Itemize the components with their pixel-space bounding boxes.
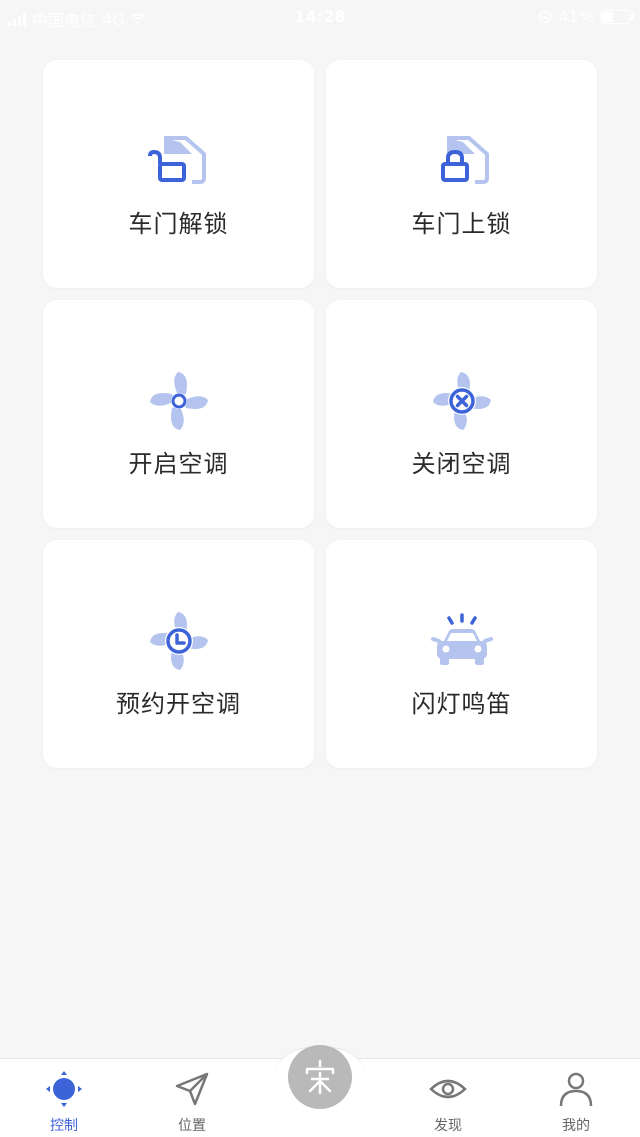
app-screen: 中国电信 4G 14:28 41% 车门解锁 车门上锁 开启空调 关闭空调 预约… bbox=[0, 0, 640, 1137]
battery-fill bbox=[602, 11, 614, 22]
door-lock-icon bbox=[429, 128, 495, 194]
status-bar: 中国电信 4G 14:28 41% bbox=[0, 0, 640, 34]
ac-off-label: 关闭空调 bbox=[411, 450, 512, 478]
rotation-lock-icon bbox=[539, 10, 552, 23]
tab-mine[interactable]: 我的 bbox=[512, 1059, 640, 1137]
door-unlock-icon bbox=[146, 128, 212, 194]
location-arrow-icon bbox=[172, 1069, 212, 1109]
brand-logo-icon bbox=[305, 1059, 335, 1095]
ac-on-card[interactable]: 开启空调 bbox=[43, 300, 314, 528]
flash-horn-label: 闪灯鸣笛 bbox=[411, 690, 512, 718]
fan-on-icon bbox=[146, 368, 212, 434]
battery-percent: 41% bbox=[558, 7, 594, 26]
tab-control-label: 控制 bbox=[50, 1118, 78, 1134]
fan-off-icon bbox=[429, 368, 495, 434]
flash-horn-card[interactable]: 闪灯鸣笛 bbox=[326, 540, 597, 768]
tab-bar: 控制 位置 发现 我的 bbox=[0, 1045, 640, 1137]
ac-schedule-card[interactable]: 预约开空调 bbox=[43, 540, 314, 768]
fan-clock-icon bbox=[146, 608, 212, 674]
control-icon bbox=[44, 1069, 84, 1109]
tab-control[interactable]: 控制 bbox=[0, 1059, 128, 1137]
ac-off-card[interactable]: 关闭空调 bbox=[326, 300, 597, 528]
ac-schedule-label: 预约开空调 bbox=[116, 690, 241, 718]
center-logo-button[interactable] bbox=[288, 1045, 352, 1109]
tab-location-label: 位置 bbox=[178, 1118, 206, 1134]
tab-discover[interactable]: 发现 bbox=[384, 1059, 512, 1137]
car-flash-icon bbox=[429, 608, 495, 674]
control-grid: 车门解锁 车门上锁 开启空调 关闭空调 预约开空调 闪灯鸣笛 bbox=[43, 60, 597, 768]
tab-discover-label: 发现 bbox=[434, 1118, 462, 1134]
eye-icon bbox=[428, 1069, 468, 1109]
tab-location[interactable]: 位置 bbox=[128, 1059, 256, 1137]
door-lock-card[interactable]: 车门上锁 bbox=[326, 60, 597, 288]
door-unlock-card[interactable]: 车门解锁 bbox=[43, 60, 314, 288]
status-right: 41% bbox=[538, 7, 634, 26]
door-lock-label: 车门上锁 bbox=[411, 210, 512, 238]
ac-on-label: 开启空调 bbox=[128, 450, 229, 478]
battery-icon bbox=[600, 9, 634, 24]
user-icon bbox=[556, 1069, 596, 1109]
tab-mine-label: 我的 bbox=[562, 1118, 590, 1134]
door-unlock-label: 车门解锁 bbox=[128, 210, 229, 238]
